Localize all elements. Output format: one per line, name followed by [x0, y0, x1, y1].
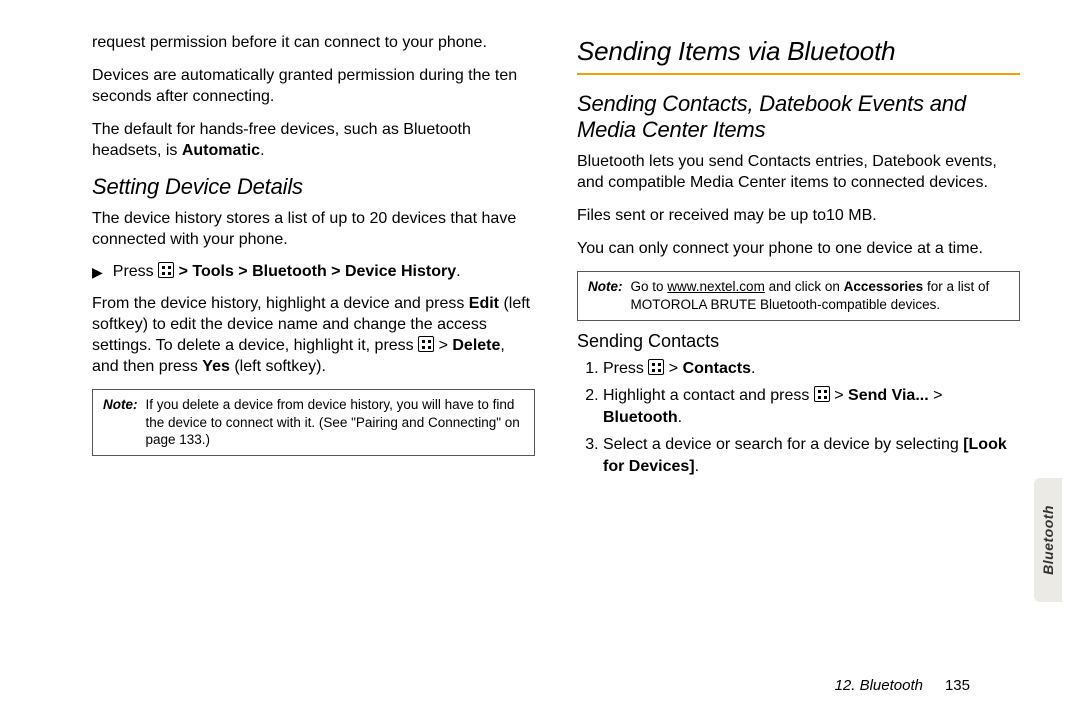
text-bold: > Tools > Bluetooth > Device History	[174, 263, 456, 280]
manual-page: request permission before it can connect…	[0, 0, 1080, 720]
side-tab-label: Bluetooth	[1040, 505, 1056, 575]
note-label: Note:	[103, 396, 138, 449]
right-column: Sending Items via Bluetooth Sending Cont…	[577, 32, 1020, 484]
step-item: Press > Contacts.	[603, 358, 1020, 380]
footer-page-number: 135	[945, 677, 970, 694]
paragraph: Devices are automatically granted permis…	[92, 65, 535, 107]
note-box: Note: Go to www.nextel.com and click on …	[577, 271, 1020, 320]
text: Press	[113, 263, 158, 280]
menu-key-icon	[418, 336, 434, 352]
side-tab: Bluetooth	[1034, 478, 1062, 602]
text: Go to	[631, 279, 668, 294]
text: .	[456, 263, 460, 280]
note-label: Note:	[588, 278, 623, 313]
text: Press	[603, 360, 648, 377]
text: >	[830, 387, 848, 404]
bullet-arrow-icon: ▶	[92, 264, 103, 281]
minor-heading-sending-contacts: Sending Contacts	[577, 331, 1020, 352]
step: ▶ Press > Tools > Bluetooth > Device His…	[92, 262, 535, 283]
text-bold: Edit	[469, 295, 499, 312]
note-box: Note: If you delete a device from device…	[92, 389, 535, 456]
text: and click on	[765, 279, 844, 294]
note-body: Go to www.nextel.com and click on Access…	[631, 278, 1010, 313]
menu-key-icon	[158, 262, 174, 278]
text: .	[751, 360, 755, 377]
text: .	[260, 142, 264, 159]
text-bold: Delete	[452, 337, 500, 354]
text-bold: Send Via...	[848, 387, 929, 404]
text: >	[664, 360, 682, 377]
paragraph: Files sent or received may be up to10 MB…	[577, 205, 1020, 226]
paragraph: The device history stores a list of up t…	[92, 208, 535, 250]
text-bold: Yes	[202, 358, 230, 375]
subheading-sending-contacts-events: Sending Contacts, Datebook Events and Me…	[577, 91, 1020, 143]
heading-rule	[577, 73, 1020, 75]
text-bold: Automatic	[182, 142, 260, 159]
text: Select a device or search for a device b…	[603, 436, 963, 453]
footer-chapter: 12. Bluetooth	[835, 677, 923, 694]
text: The default for hands-free devices, such…	[92, 121, 471, 159]
heading-sending-items: Sending Items via Bluetooth	[577, 36, 1020, 67]
text: .	[695, 458, 699, 475]
paragraph: The default for hands-free devices, such…	[92, 119, 535, 161]
paragraph: request permission before it can connect…	[92, 32, 535, 53]
step-item: Select a device or search for a device b…	[603, 434, 1020, 477]
text: >	[929, 387, 943, 404]
text-bold: Accessories	[844, 279, 924, 294]
menu-key-icon	[648, 359, 664, 375]
subheading-setting-device-details: Setting Device Details	[92, 174, 535, 200]
text-bold: Contacts	[683, 360, 751, 377]
paragraph: From the device history, highlight a dev…	[92, 293, 535, 377]
text: .	[678, 409, 682, 426]
step-text: Press > Tools > Bluetooth > Device Histo…	[113, 262, 461, 283]
text-bold: Bluetooth	[603, 409, 678, 426]
text: (left softkey).	[230, 358, 326, 375]
paragraph: Bluetooth lets you send Contacts entries…	[577, 151, 1020, 193]
menu-key-icon	[814, 386, 830, 402]
step-item: Highlight a contact and press > Send Via…	[603, 385, 1020, 428]
note-body: If you delete a device from device histo…	[146, 396, 525, 449]
paragraph: You can only connect your phone to one d…	[577, 238, 1020, 259]
page-footer: 12. Bluetooth 135	[835, 677, 970, 694]
link-text: www.nextel.com	[667, 279, 765, 294]
two-column-layout: request permission before it can connect…	[92, 32, 1020, 484]
left-column: request permission before it can connect…	[92, 32, 535, 484]
text: From the device history, highlight a dev…	[92, 295, 469, 312]
text: Highlight a contact and press	[603, 387, 814, 404]
text: >	[434, 337, 452, 354]
ordered-steps: Press > Contacts. Highlight a contact an…	[577, 358, 1020, 478]
